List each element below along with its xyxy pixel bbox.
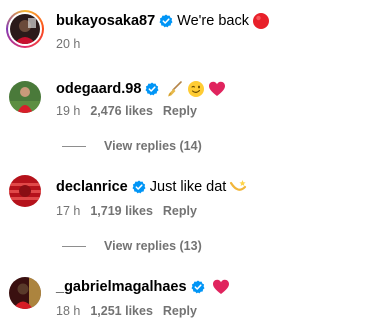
- divider: [62, 145, 86, 147]
- comment-time: 19 h: [56, 104, 81, 118]
- comment-meta: 18 h 1,251 likes Reply: [56, 304, 207, 318]
- view-replies-label: View replies (13): [104, 239, 202, 253]
- post-header: bukayosaka87 We're back: [56, 12, 270, 30]
- reply-button[interactable]: Reply: [163, 204, 197, 218]
- view-replies-button[interactable]: View replies (13): [62, 239, 202, 253]
- dizzy-icon: [229, 178, 247, 196]
- comment-line: _gabrielmagalhaes: [56, 278, 230, 296]
- post-time: 20 h: [56, 37, 81, 51]
- likes-count[interactable]: 1,719 likes: [90, 204, 153, 218]
- verified-badge-icon: [159, 14, 173, 28]
- post-meta: 20 h: [56, 37, 90, 51]
- avatar[interactable]: [9, 175, 41, 207]
- comment-username[interactable]: odegaard.98: [56, 80, 141, 98]
- view-replies-button[interactable]: View replies (14): [62, 139, 202, 153]
- post-username[interactable]: bukayosaka87: [56, 12, 155, 30]
- comment-line: declanrice Just like dat: [56, 178, 247, 196]
- comment-meta: 17 h 1,719 likes Reply: [56, 204, 207, 218]
- avatar[interactable]: [9, 81, 41, 113]
- likes-count[interactable]: 1,251 likes: [90, 304, 153, 318]
- comment-meta: 19 h 2,476 likes Reply: [56, 104, 207, 118]
- red-circle-icon: [252, 12, 270, 30]
- reply-button[interactable]: Reply: [163, 304, 197, 318]
- comment-username[interactable]: _gabrielmagalhaes: [56, 278, 187, 296]
- story-ring[interactable]: [6, 10, 44, 48]
- comment-time: 17 h: [56, 204, 81, 218]
- avatar[interactable]: [10, 14, 40, 44]
- verified-badge-icon: [145, 82, 159, 96]
- broom-icon: [166, 80, 184, 98]
- divider: [62, 245, 86, 247]
- avatar[interactable]: [9, 277, 41, 309]
- verified-badge-icon: [191, 280, 205, 294]
- comment-time: 18 h: [56, 304, 81, 318]
- verified-badge-icon: [132, 180, 146, 194]
- post-caption: We're back: [177, 13, 249, 29]
- likes-count[interactable]: 2,476 likes: [90, 104, 153, 118]
- view-replies-label: View replies (14): [104, 139, 202, 153]
- red-heart-icon: [208, 80, 226, 98]
- red-heart-icon: [212, 278, 230, 296]
- comment-username[interactable]: declanrice: [56, 178, 128, 196]
- comment-line: odegaard.98: [56, 80, 226, 98]
- reply-button[interactable]: Reply: [163, 104, 197, 118]
- comment-text: Just like dat: [149, 179, 227, 195]
- winking-face-icon: [187, 80, 205, 98]
